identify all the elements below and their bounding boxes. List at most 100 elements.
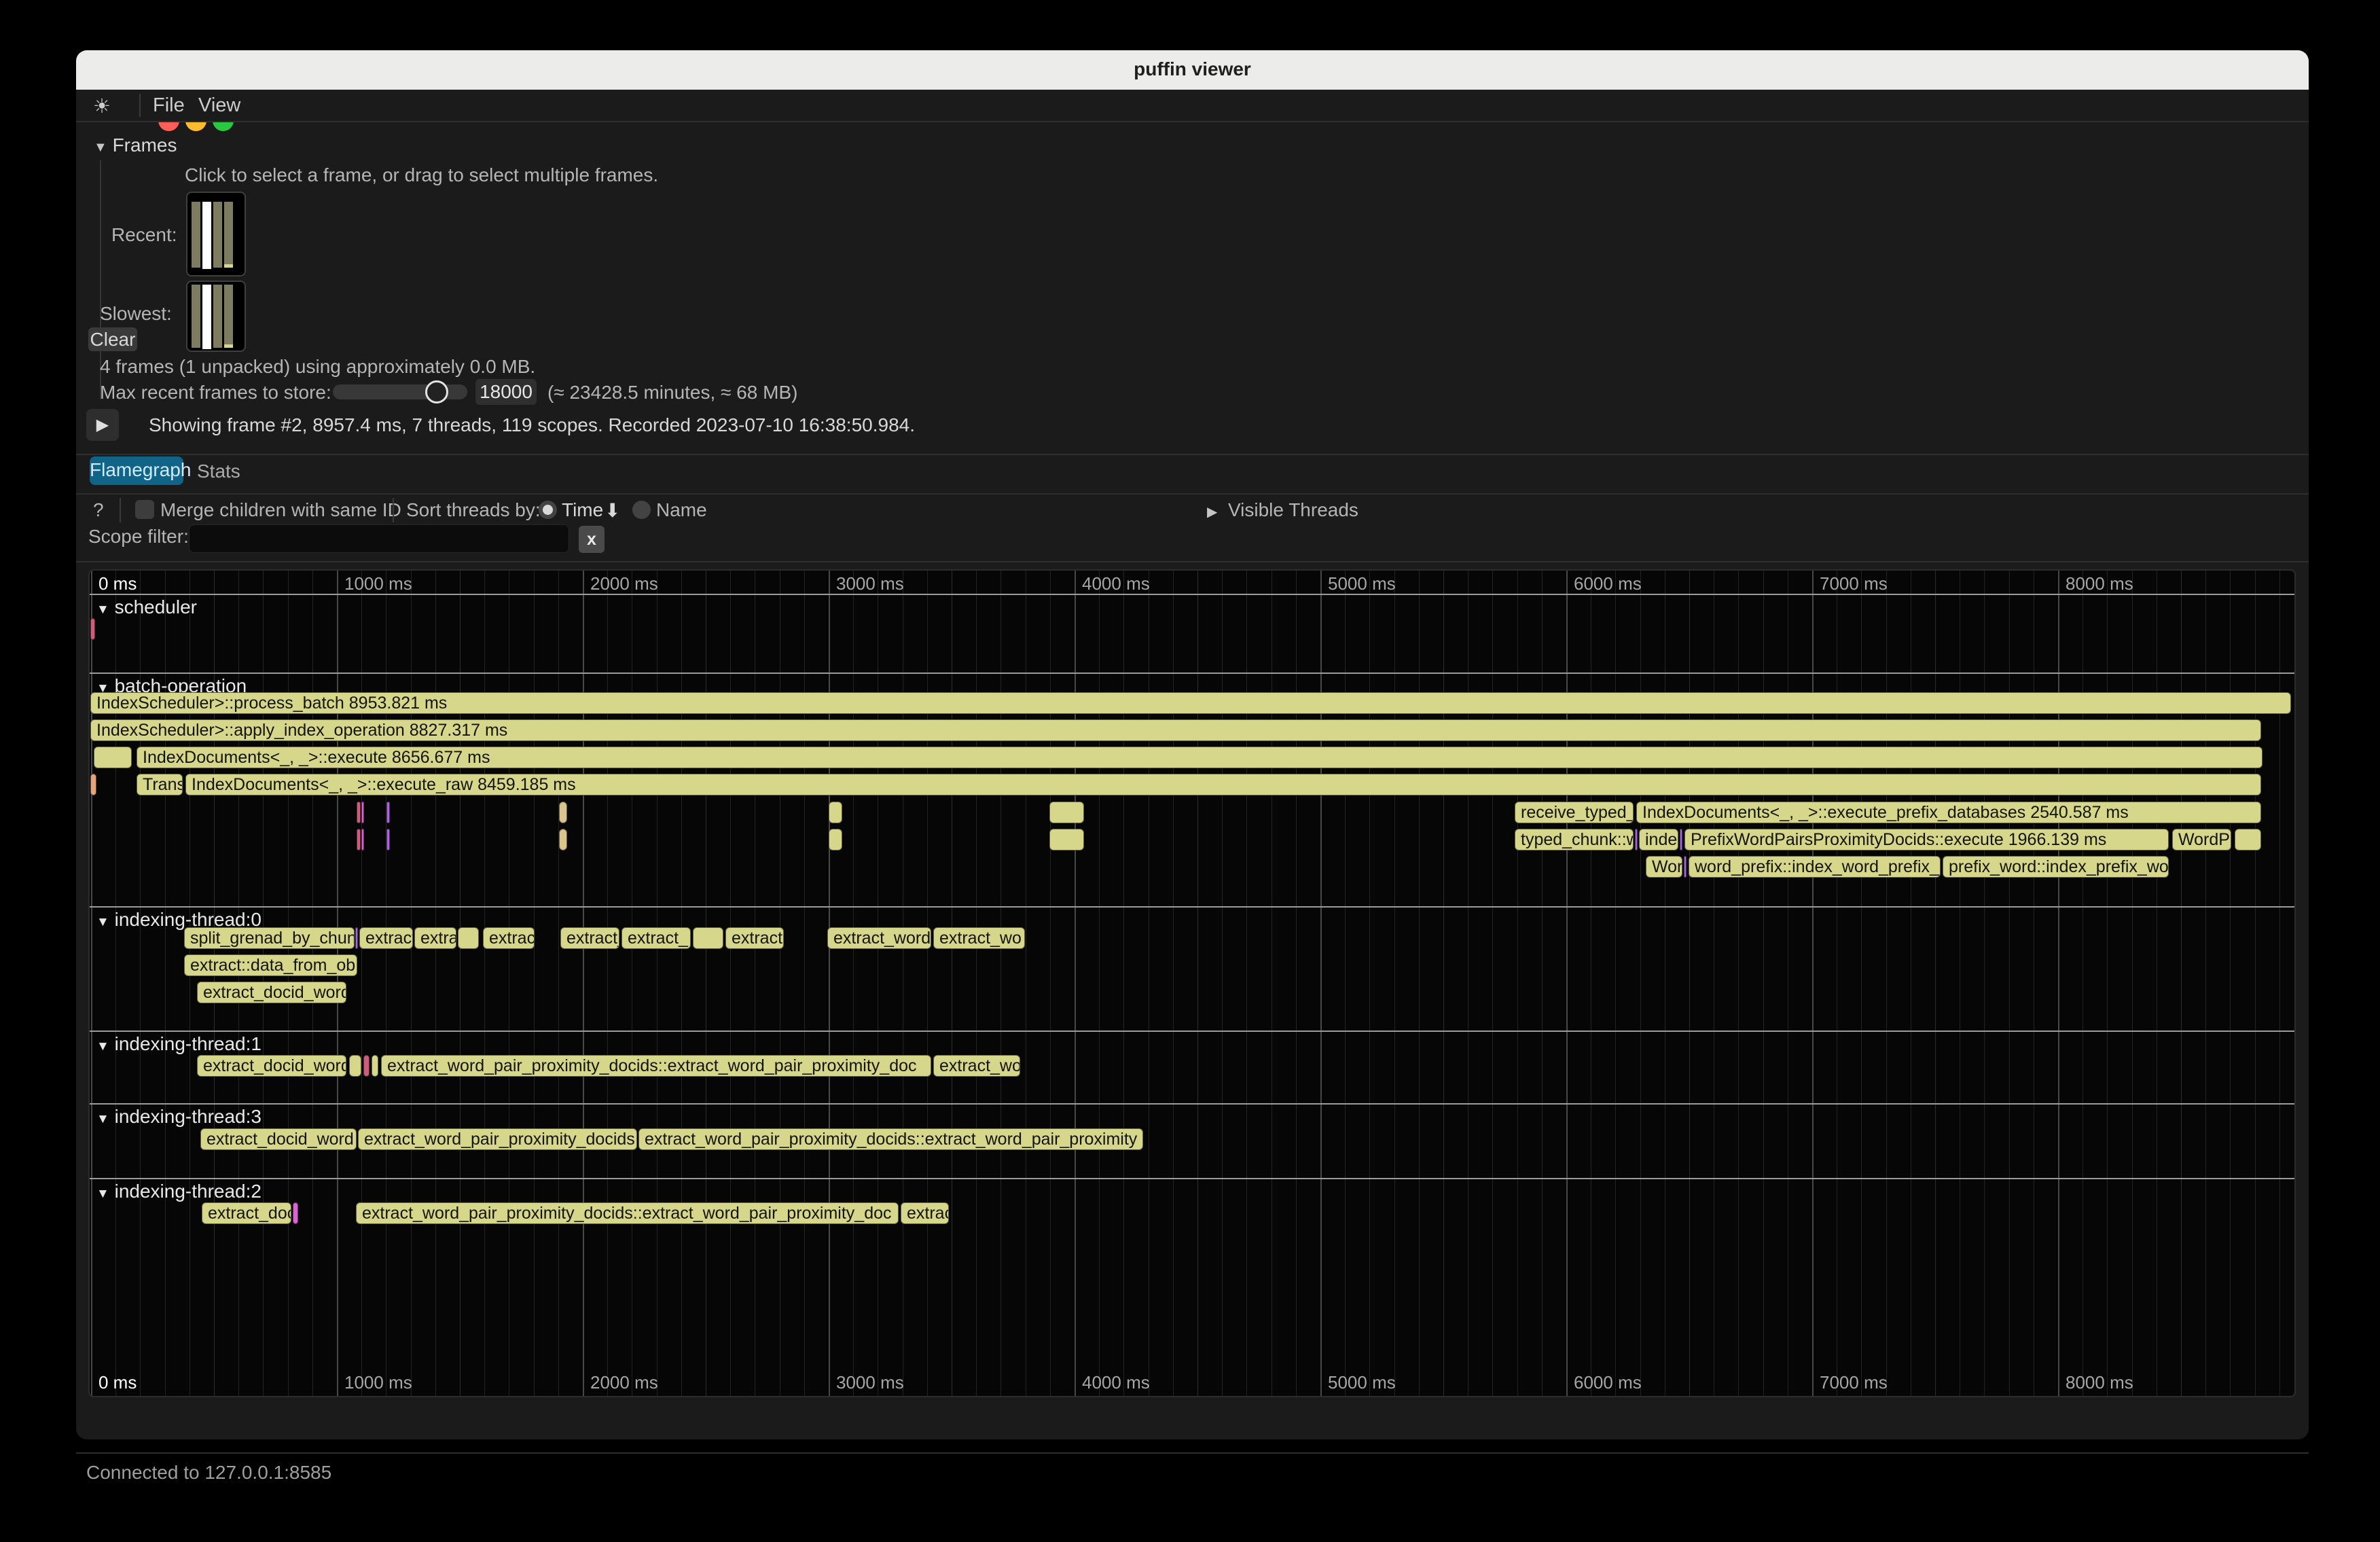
flamegraph-canvas[interactable]: 0 ms0 ms1000 ms1000 ms2000 ms2000 ms3000… xyxy=(88,569,2296,1397)
flamegraph-scope-sliver[interactable] xyxy=(94,747,132,768)
frame-thumbnail[interactable] xyxy=(186,192,246,276)
flamegraph-scope-sliver[interactable] xyxy=(559,802,567,823)
flamegraph-scope-bar[interactable]: IndexScheduler>::process_batch 8953.821 … xyxy=(90,692,2291,714)
thread-header[interactable]: ▼ indexing-thread:1 xyxy=(96,1033,262,1055)
flamegraph-scope-bar[interactable]: Word xyxy=(1646,856,1682,878)
max-frames-value[interactable]: 18000 xyxy=(475,379,537,405)
flamegraph-scope-sliver[interactable] xyxy=(357,829,361,850)
menu-file[interactable]: File xyxy=(153,94,185,117)
menu-view[interactable]: View xyxy=(198,94,240,117)
flamegraph-scope-bar[interactable]: extract_word_pair_proximity_docids::extr… xyxy=(638,1128,1143,1150)
clear-button[interactable]: Clear xyxy=(88,327,137,351)
flamegraph-scope-sliver[interactable] xyxy=(349,1055,361,1077)
flamegraph-scope-sliver[interactable] xyxy=(829,802,842,823)
flamegraph-scope-sliver[interactable] xyxy=(386,802,390,823)
axis-label: 7000 ms xyxy=(1820,1372,1888,1393)
radio-sort-time[interactable] xyxy=(539,501,557,519)
frame-bar[interactable] xyxy=(213,202,222,268)
thread-header[interactable]: ▼ indexing-thread:2 xyxy=(96,1181,262,1202)
axis-label: 3000 ms xyxy=(836,1372,904,1393)
flamegraph-scope-bar[interactable]: extra xyxy=(414,927,456,949)
frame-bar[interactable] xyxy=(224,202,233,264)
axis-label: 0 ms xyxy=(98,1372,137,1393)
sort-direction-icon[interactable]: ⬇ xyxy=(605,499,620,522)
tab-stats[interactable]: Stats xyxy=(197,461,240,482)
flamegraph-scope-bar[interactable]: extract_doc xyxy=(202,1202,291,1224)
flamegraph-scope-bar[interactable]: extract_word_pair_proximity_docids xyxy=(358,1128,637,1150)
flamegraph-scope-bar[interactable]: extract xyxy=(359,927,413,949)
slider-knob[interactable] xyxy=(425,380,448,404)
flamegraph-scope-sliver[interactable] xyxy=(90,774,96,795)
flamegraph-scope-sliver[interactable] xyxy=(1684,856,1687,878)
frame-bar[interactable] xyxy=(213,285,222,348)
flamegraph-scope-sliver[interactable] xyxy=(293,1202,298,1224)
frames-header[interactable]: ▼ Frames xyxy=(94,135,177,156)
flamegraph-scope-bar[interactable]: extract_wo xyxy=(933,927,1025,949)
flamegraph-scope-sliver[interactable] xyxy=(90,618,95,640)
flamegraph-scope-sliver[interactable] xyxy=(355,927,358,949)
flamegraph-scope-bar[interactable]: extract_word xyxy=(827,927,931,949)
play-button[interactable]: ▶ xyxy=(86,409,119,441)
flamegraph-scope-bar[interactable]: prefix_word::index_prefix_wo xyxy=(1943,856,2169,878)
frame-thumbnail[interactable] xyxy=(186,281,246,352)
flamegraph-scope-bar[interactable]: receive_typed_ xyxy=(1515,802,1634,823)
flamegraph-scope-bar[interactable]: split_grenad_by_chun xyxy=(184,927,355,949)
flamegraph-scope-sliver[interactable] xyxy=(1049,829,1084,850)
flamegraph-scope-sliver[interactable] xyxy=(372,1055,378,1077)
help-button[interactable]: ? xyxy=(93,499,104,521)
flamegraph-scope-bar[interactable]: extrac xyxy=(901,1202,949,1224)
flamegraph-scope-bar[interactable]: extract_wo xyxy=(933,1055,1020,1077)
flamegraph-scope-sliver[interactable] xyxy=(357,802,361,823)
flamegraph-scope-bar[interactable]: IndexDocuments<_, _>::execute 8656.677 m… xyxy=(137,747,2262,768)
flamegraph-scope-sliver[interactable] xyxy=(2235,829,2261,850)
flamegraph-scope-bar[interactable]: extract_ xyxy=(621,927,691,949)
flamegraph-scope-bar[interactable]: typed_chunk::w xyxy=(1515,829,1634,850)
flamegraph-scope-bar[interactable]: Trans xyxy=(137,774,183,795)
flamegraph-scope-sliver[interactable] xyxy=(1635,829,1638,850)
radio-sort-name[interactable] xyxy=(632,501,651,519)
frame-bar[interactable] xyxy=(192,202,200,268)
frame-bar[interactable] xyxy=(224,344,233,348)
flamegraph-scope-bar[interactable]: IndexDocuments<_, _>::execute_raw 8459.1… xyxy=(185,774,2261,795)
frame-bar[interactable] xyxy=(202,285,211,349)
flamegraph-scope-sliver[interactable] xyxy=(386,829,390,850)
flamegraph-scope-bar[interactable]: extract xyxy=(725,927,784,949)
flamegraph-scope-sliver[interactable] xyxy=(559,829,567,850)
tab-flamegraph[interactable]: Flamegraph xyxy=(90,456,183,485)
flamegraph-scope-bar[interactable]: word_prefix::index_word_prefix_ xyxy=(1689,856,1941,878)
scope-filter-input[interactable] xyxy=(189,524,569,553)
merge-children-checkbox[interactable] xyxy=(135,500,154,519)
flamegraph-scope-bar[interactable]: extract_docid_word xyxy=(200,1128,357,1150)
frame-bar[interactable] xyxy=(202,202,211,269)
flamegraph-scope-bar[interactable]: IndexDocuments<_, _>::execute_prefix_dat… xyxy=(1636,802,2261,823)
flamegraph-scope-bar[interactable]: extrac xyxy=(483,927,535,949)
frame-bar[interactable] xyxy=(224,264,233,268)
visible-threads-header[interactable]: ▶ Visible Threads xyxy=(1207,499,1358,521)
flamegraph-scope-bar[interactable]: extract_docid_word xyxy=(197,982,346,1003)
thread-header[interactable]: ▼ scheduler xyxy=(96,596,197,618)
flamegraph-scope-sliver[interactable] xyxy=(361,802,364,823)
flamegraph-scope-bar[interactable]: IndexScheduler>::apply_index_operation 8… xyxy=(90,719,2261,741)
theme-toggle-icon[interactable]: ☀ xyxy=(93,94,111,118)
frame-bar[interactable] xyxy=(224,285,233,344)
clear-filter-button[interactable]: x xyxy=(579,526,605,553)
flamegraph-scope-sliver[interactable] xyxy=(829,829,842,850)
flamegraph-scope-sliver[interactable] xyxy=(1680,829,1682,850)
flamegraph-scope-bar[interactable]: PrefixWordPairsProximityDocids::execute … xyxy=(1684,829,2169,850)
thread-header[interactable]: ▼ indexing-thread:3 xyxy=(96,1106,262,1128)
flamegraph-scope-bar[interactable]: WordPr xyxy=(2172,829,2231,850)
flamegraph-scope-bar[interactable]: extract_word_pair_proximity_docids::extr… xyxy=(381,1055,931,1077)
scope-label: extract_wo xyxy=(934,929,1022,948)
flamegraph-scope-bar[interactable]: extract_docid_word xyxy=(197,1055,346,1077)
flamegraph-scope-sliver[interactable] xyxy=(363,1055,369,1077)
flamegraph-scope-sliver[interactable] xyxy=(1049,802,1084,823)
frame-bar[interactable] xyxy=(192,285,200,348)
flamegraph-scope-bar[interactable]: index xyxy=(1639,829,1678,850)
flamegraph-scope-bar[interactable]: extract::data_from_ob xyxy=(184,954,357,976)
flamegraph-scope-bar[interactable]: extract_ xyxy=(560,927,619,949)
flamegraph-scope-bar[interactable]: extract_word_pair_proximity_docids::extr… xyxy=(356,1202,899,1224)
flamegraph-scope-sliver[interactable] xyxy=(361,829,364,850)
section-separator xyxy=(90,1178,2294,1179)
flamegraph-scope-sliver[interactable] xyxy=(693,927,723,949)
flamegraph-scope-sliver[interactable] xyxy=(458,927,479,949)
